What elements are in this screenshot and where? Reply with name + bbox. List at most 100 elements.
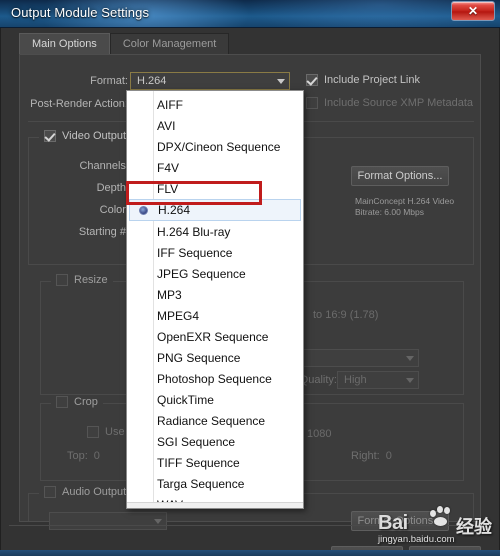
crop-right-row: Right: 0 (351, 450, 392, 462)
chevron-down-icon (406, 356, 414, 361)
dropdown-item[interactable]: QuickTime (127, 389, 303, 410)
window-bottom-edge (0, 550, 500, 556)
resize-aspect-note: to 16:9 (1.78) (313, 309, 379, 321)
dropdown-item-label: AIFF (157, 97, 183, 112)
include-project-link-checkbox[interactable] (306, 74, 318, 86)
format-label: Format: (90, 75, 128, 87)
dropdown-item[interactable]: FLV (127, 178, 303, 199)
output-module-settings-dialog: Output Module Settings ✕ Main Options Co… (0, 0, 500, 556)
crop-final-size: 1080 (307, 428, 332, 440)
dropdown-item-label: Photoshop Sequence (157, 371, 272, 386)
include-xmp-metadata-checkbox[interactable] (306, 97, 318, 109)
dropdown-item[interactable]: H.264 Blu-ray (127, 221, 303, 242)
dropdown-item-label: H.264 Blu-ray (157, 224, 231, 239)
dropdown-item[interactable]: MPEG4 (127, 305, 303, 326)
tab-main-options[interactable]: Main Options (19, 33, 110, 54)
dropdown-item-label: MPEG4 (157, 308, 200, 323)
dropdown-item-label: OpenEXR Sequence (157, 329, 269, 344)
dropdown-item-label: JPEG Sequence (157, 266, 246, 281)
audio-output-legend[interactable]: Audio Output (39, 486, 132, 498)
video-format-options-label: Format Options... (357, 170, 443, 182)
channels-label: Channels: (79, 160, 129, 172)
resize-label: Resize (74, 274, 108, 286)
include-project-link-label: Include Project Link (324, 74, 420, 86)
radio-selected-icon (139, 206, 148, 215)
crop-right-value[interactable]: 0 (386, 450, 392, 462)
format-label-row: Format: (20, 75, 128, 87)
resize-legend[interactable]: Resize (51, 274, 113, 286)
dropdown-item-label: DPX/Cineon Sequence (157, 139, 281, 154)
dropdown-item-label: SGI Sequence (157, 434, 236, 449)
include-xmp-metadata-row[interactable]: Include Source XMP Metadata (306, 97, 473, 109)
window-titlebar: Output Module Settings ✕ (0, 0, 500, 28)
dropdown-item[interactable]: MP3 (127, 284, 303, 305)
dropdown-item[interactable]: DPX/Cineon Sequence (127, 136, 303, 157)
dropdown-item[interactable]: AVI (127, 115, 303, 136)
starting-number-label-row: Starting #: (29, 226, 129, 238)
channels-label-row: Channels: (29, 160, 129, 172)
codec-info-line-2: Bitrate: 6.00 Mbps (355, 207, 424, 217)
dropdown-item-label: PNG Sequence (157, 350, 241, 365)
resize-quality-dropdown[interactable]: High (337, 371, 419, 389)
video-output-legend[interactable]: Video Output (39, 130, 132, 142)
dropdown-item-label: TIFF Sequence (157, 455, 240, 470)
dropdown-item-label: Radiance Sequence (157, 413, 266, 428)
crop-top-row: Top: 0 (67, 450, 100, 462)
dropdown-item-label: Targa Sequence (157, 476, 245, 491)
tab-bar: Main Options Color Management (19, 33, 230, 54)
starting-number-label: Starting #: (78, 226, 129, 238)
video-output-checkbox[interactable] (44, 130, 56, 142)
window-title: Output Module Settings (11, 5, 150, 20)
audio-format-dropdown[interactable] (49, 512, 167, 530)
dropdown-item-label: IFF Sequence (157, 245, 233, 260)
close-button[interactable]: ✕ (451, 1, 495, 21)
use-region-of-interest-checkbox[interactable] (87, 426, 99, 438)
close-icon: ✕ (467, 4, 479, 18)
dropdown-items: AIFF AVI DPX/Cineon Sequence F4V FLV H.264 H.2… (127, 94, 303, 508)
include-project-link-row[interactable]: Include Project Link (306, 74, 420, 86)
dropdown-item[interactable]: F4V (127, 157, 303, 178)
crop-checkbox[interactable] (56, 396, 68, 408)
color-label-row: Color: (29, 204, 129, 216)
audio-format-options-button[interactable]: Format Options... (351, 511, 449, 531)
dropdown-item[interactable]: Radiance Sequence (127, 410, 303, 431)
dropdown-item[interactable]: SGI Sequence (127, 431, 303, 452)
footer-divider (9, 525, 491, 526)
resize-quality-value: High (344, 374, 367, 386)
tab-main-options-label: Main Options (32, 38, 97, 50)
crop-top-value[interactable]: 0 (94, 450, 100, 462)
audio-output-label: Audio Output (62, 486, 127, 498)
dropdown-item[interactable]: Photoshop Sequence (127, 368, 303, 389)
resize-checkbox[interactable] (56, 274, 68, 286)
dropdown-item-label: FLV (157, 181, 179, 196)
color-label: Color: (99, 204, 129, 216)
audio-output-checkbox[interactable] (44, 486, 56, 498)
tab-color-management[interactable]: Color Management (109, 33, 230, 54)
chevron-down-icon (406, 378, 414, 383)
dropdown-item-selected[interactable]: H.264 (129, 199, 301, 221)
dropdown-bottom-edge (127, 502, 303, 508)
post-render-action-label: Post-Render Action: (30, 98, 128, 110)
format-dropdown-list[interactable]: AIFF AVI DPX/Cineon Sequence F4V FLV H.264 H.2… (126, 90, 304, 509)
include-xmp-metadata-label: Include Source XMP Metadata (324, 97, 473, 109)
dropdown-item[interactable]: OpenEXR Sequence (127, 326, 303, 347)
crop-label: Crop (74, 396, 98, 408)
dropdown-item[interactable]: Targa Sequence (127, 473, 303, 494)
crop-legend[interactable]: Crop (51, 396, 103, 408)
dropdown-item[interactable]: PNG Sequence (127, 347, 303, 368)
video-output-label: Video Output (62, 130, 127, 142)
codec-info-line-1: MainConcept H.264 Video (355, 196, 455, 206)
dropdown-item[interactable]: JPEG Sequence (127, 263, 303, 284)
format-dropdown-value: H.264 (137, 75, 167, 87)
video-format-options-button[interactable]: Format Options... (351, 166, 449, 186)
crop-right-label: Right: (351, 450, 380, 462)
dropdown-item-label: QuickTime (157, 392, 214, 407)
dropdown-item[interactable]: IFF Sequence (127, 242, 303, 263)
post-render-action-label-row: Post-Render Action: (20, 98, 128, 110)
tab-color-management-label: Color Management (122, 38, 217, 50)
format-dropdown[interactable]: H.264 (130, 72, 290, 90)
dropdown-item-label: MP3 (157, 287, 182, 302)
dropdown-item-label: F4V (157, 160, 180, 175)
dropdown-item[interactable]: AIFF (127, 94, 303, 115)
dropdown-item[interactable]: TIFF Sequence (127, 452, 303, 473)
